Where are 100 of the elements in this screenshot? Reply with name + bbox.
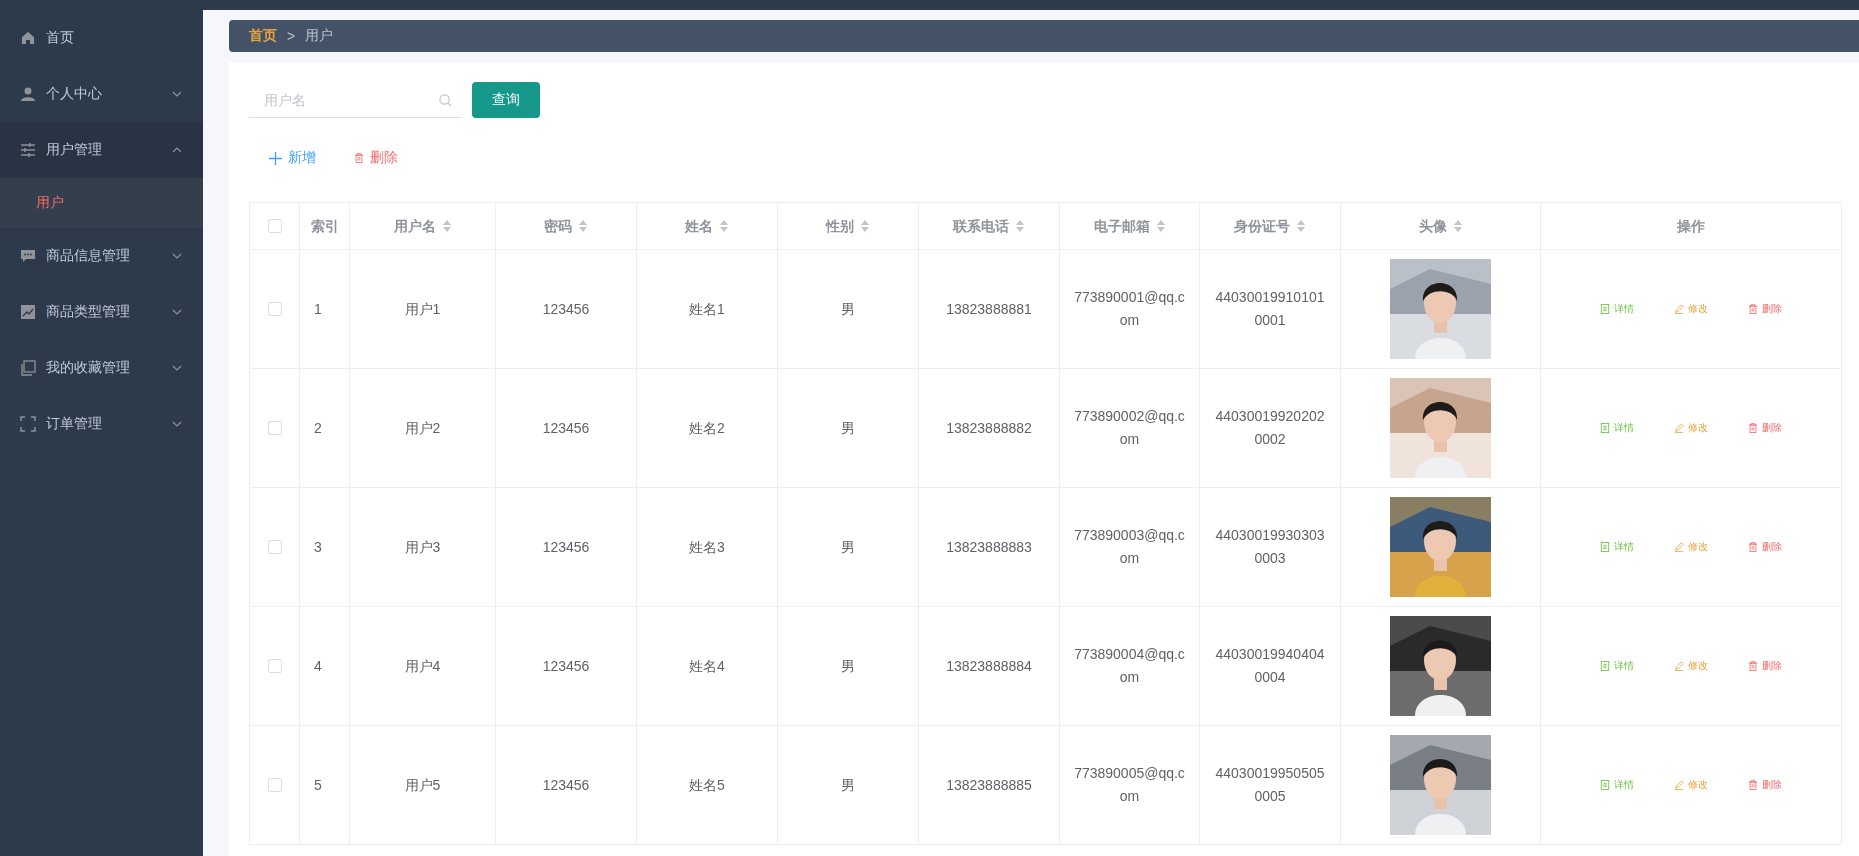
table-cell-text: 男 — [841, 656, 855, 676]
sidebar-subitem[interactable]: 用户 — [0, 178, 203, 228]
edit-button[interactable]: 修改 — [1674, 302, 1708, 316]
breadcrumb-link[interactable]: 用户 — [305, 27, 334, 45]
sidebar-item[interactable]: 个人中心 — [0, 66, 203, 122]
sort-icon[interactable] — [860, 220, 870, 232]
detail-button[interactable]: 详情 — [1600, 659, 1634, 673]
table-cell-text: 773890001@qq.com — [1074, 288, 1185, 330]
detail-button[interactable]: 详情 — [1600, 302, 1634, 316]
add-button[interactable]: 新增 — [269, 148, 316, 168]
table-cell-text: 男 — [841, 775, 855, 795]
table-cell-text: 姓名1 — [689, 299, 725, 319]
sidebar-item[interactable]: 用户管理 — [0, 122, 203, 178]
table-cell-text: 用户1 — [404, 299, 441, 319]
table-cell-text: 440300199202020002 — [1214, 407, 1326, 449]
pencil-icon — [1674, 780, 1684, 790]
search-icon — [439, 94, 452, 107]
table-cell-text: 13823888882 — [946, 418, 1032, 438]
table-cell-text: 用户5 — [404, 775, 441, 795]
edit-button[interactable]: 修改 — [1674, 778, 1708, 792]
sidebar-item[interactable]: 商品信息管理 — [0, 228, 203, 284]
delete-button[interactable]: 删除 — [1748, 302, 1782, 316]
sort-icon[interactable] — [719, 220, 729, 232]
document-icon — [1600, 780, 1610, 790]
column-header[interactable]: 性别 — [826, 214, 854, 238]
delete-button[interactable]: 删除 — [1748, 659, 1782, 673]
table-cell-text: 773890003@qq.com — [1074, 526, 1185, 568]
row-checkbox[interactable] — [267, 302, 282, 316]
table-cell-text: 13823888881 — [946, 299, 1032, 319]
home-icon — [20, 30, 36, 46]
pencil-icon — [1674, 661, 1684, 671]
trash-icon — [1748, 542, 1758, 552]
sidebar-item[interactable]: 我的收藏管理 — [0, 340, 203, 396]
column-header[interactable]: 密码 — [544, 214, 572, 238]
table-cell-text: 5 — [314, 775, 322, 795]
column-header[interactable]: 姓名 — [685, 214, 713, 238]
delete-button[interactable]: 删除 — [1748, 540, 1782, 554]
column-header[interactable]: 联系电话 — [953, 214, 1009, 238]
trash-icon — [354, 153, 364, 163]
column-header: 索引 — [310, 216, 339, 236]
delete-button[interactable]: 删除 — [1748, 778, 1782, 792]
edit-button[interactable]: 修改 — [1674, 421, 1708, 435]
table-cell-text: 13823888883 — [946, 537, 1032, 557]
table-cell-text: 440300199101010001 — [1214, 288, 1326, 330]
table-cell-text: 13823888885 — [946, 775, 1032, 795]
table-cell-text: 3 — [314, 537, 322, 557]
table-cell-text: 440300199303030003 — [1214, 526, 1326, 568]
sort-icon[interactable] — [1015, 220, 1025, 232]
trash-icon — [1748, 661, 1758, 671]
detail-button[interactable]: 详情 — [1600, 540, 1634, 554]
edit-button[interactable]: 修改 — [1674, 540, 1708, 554]
pencil-icon — [1674, 423, 1684, 433]
row-checkbox[interactable] — [267, 421, 282, 435]
table-cell-text: 男 — [841, 418, 855, 438]
breadcrumb-separator: > — [287, 28, 296, 44]
row-checkbox[interactable] — [267, 659, 282, 673]
row-checkbox[interactable] — [267, 540, 282, 554]
trash-icon — [1748, 304, 1758, 314]
document-icon — [1600, 423, 1610, 433]
table-cell-text: 440300199505050005 — [1214, 764, 1326, 806]
sidebar-item[interactable]: 商品类型管理 — [0, 284, 203, 340]
table-cell-text: 773890005@qq.com — [1074, 764, 1185, 806]
sort-icon[interactable] — [578, 220, 588, 232]
select-all-checkbox[interactable] — [267, 219, 282, 233]
column-header[interactable]: 用户名 — [393, 214, 436, 238]
edit-button[interactable]: 修改 — [1674, 659, 1708, 673]
document-icon — [1600, 542, 1610, 552]
table-cell-text: 123456 — [542, 537, 590, 557]
detail-button[interactable]: 详情 — [1600, 778, 1634, 792]
chart-icon — [20, 304, 36, 320]
table-cell-text: 773890002@qq.com — [1074, 407, 1185, 449]
table-cell-text: 123456 — [542, 418, 590, 438]
table-cell-text: 姓名5 — [689, 775, 725, 795]
search-field[interactable]: 用户名 — [249, 82, 462, 118]
sidebar-item[interactable]: 订单管理 — [0, 396, 203, 452]
column-header[interactable]: 电子邮箱 — [1093, 214, 1150, 238]
table-cell-text: 440300199404040004 — [1214, 645, 1326, 687]
table-cell-text: 123456 — [542, 656, 590, 676]
sidebar-item[interactable]: 首页 — [0, 10, 203, 66]
sort-icon[interactable] — [1296, 220, 1306, 232]
sliders-icon — [20, 142, 36, 158]
breadcrumb-link[interactable]: 首页 — [249, 27, 277, 45]
table-cell-text: 男 — [841, 299, 855, 319]
sort-icon[interactable] — [441, 220, 452, 232]
delete-button[interactable]: 删除 — [354, 148, 398, 168]
detail-button[interactable]: 详情 — [1600, 421, 1634, 435]
pencil-icon — [1674, 542, 1684, 552]
row-checkbox[interactable] — [267, 778, 282, 792]
table-cell-text: 13823888884 — [946, 656, 1032, 676]
table-cell-text: 用户4 — [404, 656, 441, 676]
sort-icon[interactable] — [1452, 220, 1463, 232]
sort-icon[interactable] — [1155, 220, 1166, 232]
document-icon — [1600, 661, 1610, 671]
chat-icon — [20, 248, 36, 264]
query-button[interactable]: 查询 — [472, 82, 540, 118]
column-header: 操作 — [1677, 216, 1705, 236]
column-header[interactable]: 头像 — [1418, 214, 1447, 238]
delete-button[interactable]: 删除 — [1748, 421, 1782, 435]
table-cell-text: 姓名2 — [689, 418, 725, 438]
column-header[interactable]: 身份证号 — [1234, 214, 1290, 238]
